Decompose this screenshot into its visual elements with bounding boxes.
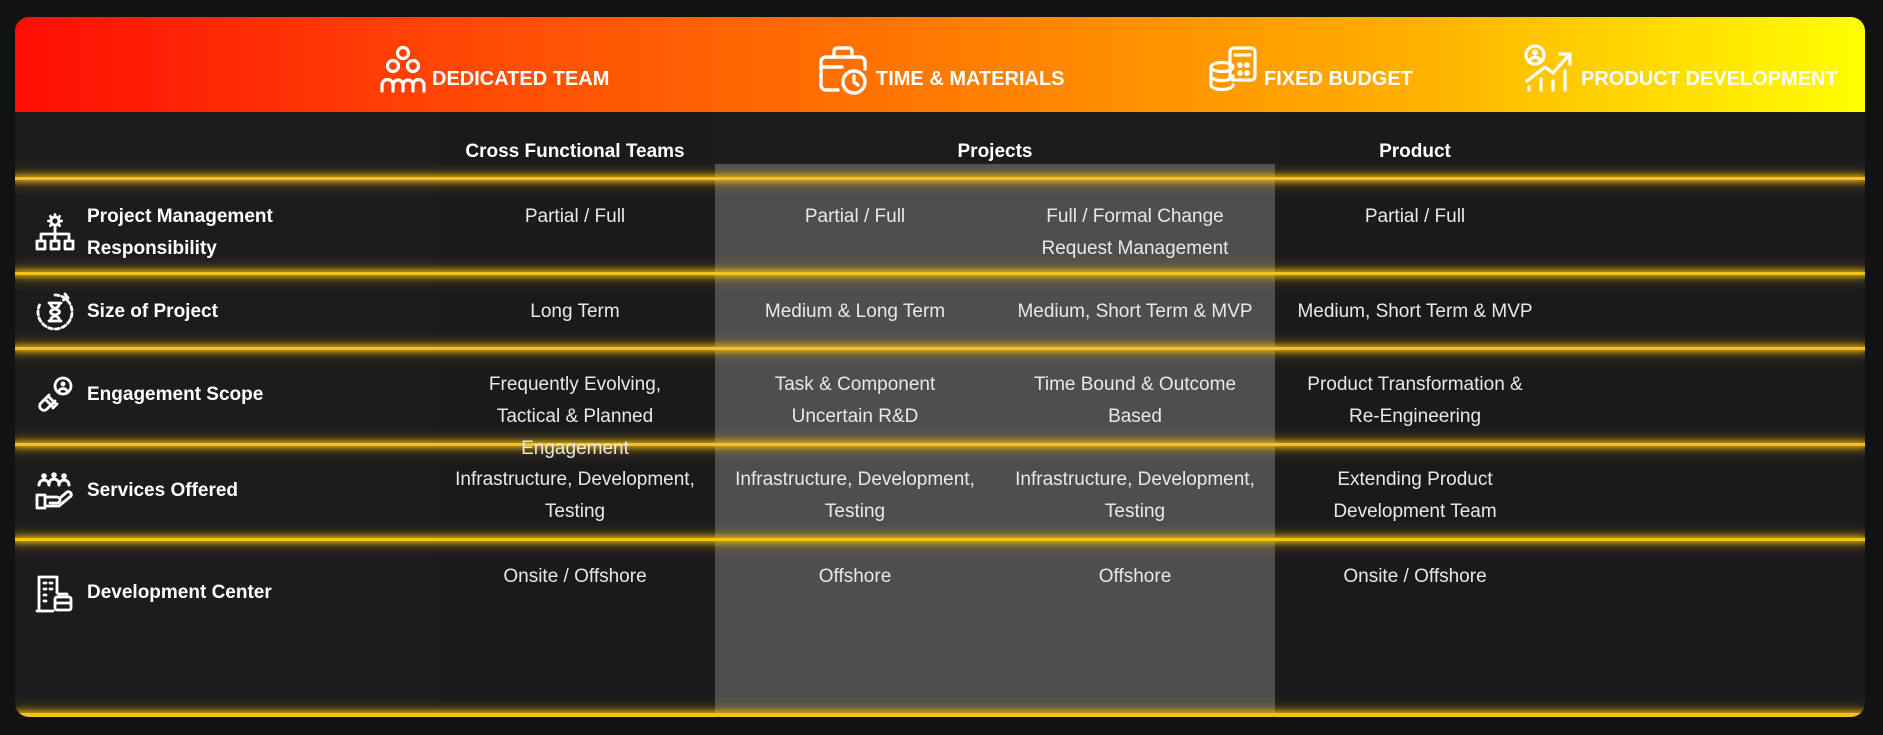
cell: Task & Component Uncertain R&D xyxy=(774,374,936,427)
cell: Time Bound & Outcome Based xyxy=(1033,374,1237,427)
row-separator xyxy=(15,713,1865,717)
row-label-size-of-project: Size of Project xyxy=(35,280,395,344)
row-label-text: Development Center xyxy=(87,582,272,603)
cell: Partial / Full xyxy=(1364,206,1466,227)
team-icon xyxy=(380,45,426,93)
model-label: PRODUCT DEVELOPMENT xyxy=(1581,68,1838,90)
coins-calculator-icon xyxy=(1209,46,1257,92)
cell: Infrastructure, Development, Testing xyxy=(455,469,695,522)
model-label: DEDICATED TEAM xyxy=(432,68,610,90)
row-label-project-management: Project Management Responsibility xyxy=(35,201,395,265)
model-label: FIXED BUDGET xyxy=(1264,68,1413,90)
cell: Medium, Short Term & MVP xyxy=(1297,301,1533,322)
row-separator xyxy=(15,347,1865,350)
row-separator xyxy=(15,272,1865,275)
office-building-icon xyxy=(35,575,73,613)
cell: Medium & Long Term xyxy=(764,301,946,322)
model-fixed-budget: FIXED BUDGET xyxy=(1208,35,1413,95)
org-chart-gear-icon xyxy=(35,213,75,251)
header-product: Product xyxy=(1379,141,1451,162)
row-separator xyxy=(15,443,1865,446)
row-label-text: Engagement Scope xyxy=(87,384,264,405)
header-projects: Projects xyxy=(957,141,1033,162)
model-time-materials: TIME & MATERIALS xyxy=(818,35,1065,95)
row-label-text: Services Offered xyxy=(87,480,239,501)
model-dedicated-team: DEDICATED TEAM xyxy=(380,35,609,95)
cell: Long Term xyxy=(530,301,620,322)
row-separator xyxy=(15,538,1865,541)
model-product-development: PRODUCT DEVELOPMENT xyxy=(1523,35,1838,95)
cell: Full / Formal Change Request Management xyxy=(1041,206,1229,259)
cell: Partial / Full xyxy=(804,206,906,227)
cell: Offshore xyxy=(1098,566,1172,587)
model-label: TIME & MATERIALS xyxy=(876,68,1065,90)
header-cross-functional-teams: Cross Functional Teams xyxy=(465,141,685,162)
cell: Infrastructure, Development, Testing xyxy=(735,469,975,522)
cell: Partial / Full xyxy=(524,206,626,227)
growth-chart-icon xyxy=(1524,44,1572,92)
engagement-models-banner: DEDICATED TEAM TIME & MATERIALS FIXED BU… xyxy=(15,17,1865,112)
row-label-development-center: Development Center xyxy=(35,561,395,625)
cell: Onsite / Offshore xyxy=(1343,566,1487,587)
row-separator xyxy=(15,177,1865,180)
comparison-card: DEDICATED TEAM TIME & MATERIALS FIXED BU… xyxy=(15,17,1865,717)
hourglass-cycle-icon xyxy=(36,292,74,331)
comparison-table: Cross Functional Teams Projects Product … xyxy=(15,112,1865,717)
cell: Offshore xyxy=(818,566,892,587)
cell: Onsite / Offshore xyxy=(503,566,647,587)
row-label-text: Size of Project xyxy=(87,301,218,322)
handshake-user-icon xyxy=(38,376,73,412)
cell: Medium, Short Term & MVP xyxy=(1017,301,1253,322)
cell: Infrastructure, Development, Testing xyxy=(1015,469,1255,522)
row-label-engagement-scope: Engagement Scope xyxy=(35,363,395,427)
cell: Extending Product Development Team xyxy=(1333,469,1497,522)
row-label-services-offered: Services Offered xyxy=(35,459,395,523)
cell: Frequently Evolving, Tactical & Planned … xyxy=(488,374,662,459)
briefcase-clock-icon xyxy=(819,46,867,95)
cell: Product Transformation & Re-Engineering xyxy=(1307,374,1523,427)
row-label-text: Project Management Responsibility xyxy=(87,206,273,259)
team-hand-icon xyxy=(35,472,73,510)
